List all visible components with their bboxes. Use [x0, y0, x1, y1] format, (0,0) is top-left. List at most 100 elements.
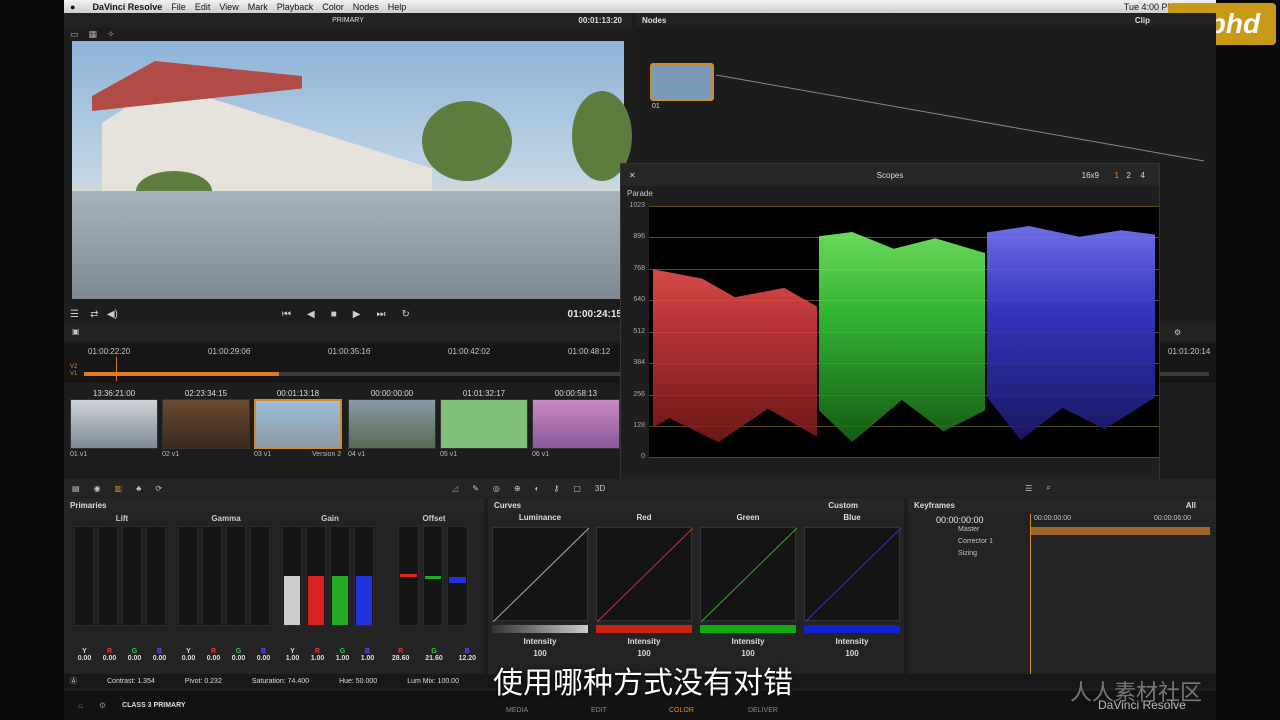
color-wheels-icon[interactable]: ▤	[72, 484, 80, 493]
loop-icon[interactable]: ↻	[401, 309, 409, 320]
zoom-icon[interactable]: ⌕	[1046, 483, 1050, 493]
apple-icon[interactable]: ●	[70, 2, 75, 12]
skip-start-icon[interactable]: ⏮	[282, 309, 291, 320]
keyframes-filter[interactable]: All	[1186, 501, 1196, 510]
blue-curve[interactable]: Blue Intensity 100	[802, 513, 902, 663]
stop-icon[interactable]: ■	[331, 309, 337, 320]
keyframes-panel: Keyframes All 00:00:00:00 00:00:00:00 00…	[908, 498, 1216, 678]
green-waveform	[819, 232, 985, 442]
kf-track[interactable]: Master	[958, 526, 979, 533]
curves-header: Curves Custom	[488, 498, 904, 512]
grid-icon[interactable]: ▦	[89, 29, 98, 39]
3d-icon[interactable]: 3D	[595, 484, 605, 493]
clip-thumbnail[interactable]	[70, 399, 158, 449]
aspect-select[interactable]: 16x9	[1082, 171, 1099, 180]
keyframe-tool-icon[interactable]: ☰	[1025, 484, 1032, 493]
tracker-icon[interactable]: ⊕	[514, 484, 521, 493]
scope-tick: 512	[633, 328, 645, 335]
qualifier-icon[interactable]: ✎	[472, 484, 479, 493]
layout-icon[interactable]: ▭	[70, 29, 79, 39]
gamma-wheel[interactable]: Gamma Y 0.00 R 0.00 G 0.00 B 0.00	[176, 508, 276, 673]
skip-end-icon[interactable]: ⏭	[376, 309, 385, 320]
video-viewer[interactable]	[72, 41, 632, 299]
menu-nodes[interactable]: Nodes	[353, 2, 379, 12]
lummix-field[interactable]: Lum Mix: 100.00	[407, 678, 459, 685]
playhead[interactable]	[116, 357, 117, 381]
play-icon[interactable]: ▶	[353, 309, 361, 320]
menu-playback[interactable]: Playback	[277, 2, 314, 12]
info-icon[interactable]: Ⓐ	[70, 676, 77, 686]
hue-field[interactable]: Hue: 50.000	[339, 678, 377, 685]
kf-track[interactable]: Corrector 1	[958, 538, 993, 545]
wheel-title: Gain	[321, 514, 339, 523]
saturation-field[interactable]: Saturation: 74.400	[252, 678, 309, 685]
curves-tool-icon[interactable]: ◿	[452, 484, 458, 493]
contrast-field[interactable]: Contrast: 1.354	[107, 678, 155, 685]
page-edit[interactable]: EDIT	[591, 707, 607, 714]
volume-icon[interactable]: ◀)	[107, 309, 118, 320]
menu-mark[interactable]: Mark	[248, 2, 268, 12]
shuffle-icon[interactable]: ⇄	[90, 309, 98, 320]
luminance-curve[interactable]: Luminance Intensity 100	[490, 513, 590, 663]
pivot-field[interactable]: Pivot: 0.232	[185, 678, 222, 685]
kf-track[interactable]: Sizing	[958, 550, 977, 557]
green-curve[interactable]: Green Intensity 100	[698, 513, 798, 663]
settings-icon[interactable]: ⚙	[1174, 328, 1181, 337]
page-color[interactable]: COLOR	[669, 707, 694, 714]
timeline-icon[interactable]: ▣	[72, 327, 80, 336]
blur-icon[interactable]: ◐	[535, 484, 540, 493]
menu-edit[interactable]: Edit	[195, 2, 211, 12]
key-icon[interactable]: ⚷	[553, 484, 559, 493]
settings-gear-icon[interactable]: ⚙	[99, 701, 106, 710]
clip-timecode: 01:01:32:17	[462, 389, 506, 398]
kf-master-bar	[1030, 527, 1210, 535]
close-icon[interactable]: ✕	[629, 171, 636, 180]
red-curve[interactable]: Red Intensity 100	[594, 513, 694, 663]
scopes-title: Scopes	[876, 170, 904, 180]
reverse-icon[interactable]: ◀	[307, 309, 315, 320]
clip-thumbnail[interactable]	[348, 399, 436, 449]
raw-icon[interactable]: ⟳	[155, 484, 162, 493]
levels-icon[interactable]: ▥	[115, 484, 123, 493]
page-1[interactable]: 1	[1115, 171, 1119, 180]
corrector-node[interactable]	[650, 63, 714, 101]
page-media[interactable]: MEDIA	[506, 707, 528, 714]
viewer-mode[interactable]: PRIMARY	[332, 17, 364, 24]
channel-label: R	[106, 648, 113, 655]
clip-thumbnail[interactable]	[532, 399, 620, 449]
clip-thumbnail-selected[interactable]	[254, 399, 342, 449]
page-2[interactable]: 2	[1127, 171, 1131, 180]
clip-thumbnail[interactable]	[162, 399, 250, 449]
sizing-icon[interactable]: ▢	[573, 484, 581, 493]
lift-wheel[interactable]: Lift Y 0.00 R 0.00 G 0.00 B 0.00	[72, 508, 172, 673]
clip-bar[interactable]	[84, 372, 279, 376]
channel-value: 1.00	[285, 655, 300, 662]
curves-mode-select[interactable]: Custom	[828, 501, 858, 510]
channel-label: B	[464, 648, 470, 655]
clip-label: 04 v1	[348, 451, 366, 458]
gain-wheel[interactable]: Gain Y 1.00 R 1.00 G 1.00 B 1.00	[280, 508, 380, 673]
curves-panel: Curves Custom Luminance Intensity 100 Re…	[488, 498, 904, 678]
viewer-header: PRIMARY 00:01:13:20	[64, 13, 632, 27]
app-menu[interactable]: DaVinci Resolve	[92, 2, 162, 12]
motion-icon[interactable]: ♣	[136, 484, 141, 493]
scope-tick: 128	[633, 422, 645, 429]
menu-icon[interactable]: ☰	[70, 309, 79, 320]
clip-thumbnail[interactable]	[440, 399, 528, 449]
window-icon[interactable]: ◎	[493, 484, 500, 493]
scope-mode-select[interactable]: Parade	[627, 189, 653, 198]
page-deliver[interactable]: DELIVER	[748, 707, 778, 714]
clip-timecode: 02:23:34:15	[184, 389, 228, 398]
menu-view[interactable]: View	[219, 2, 238, 12]
wand-icon[interactable]: ✧	[107, 29, 115, 39]
home-icon[interactable]: ⌂	[78, 701, 83, 710]
kf-playhead[interactable]	[1030, 514, 1031, 674]
menu-color[interactable]: Color	[322, 2, 344, 12]
page-4[interactable]: 4	[1141, 171, 1145, 180]
offset-wheel[interactable]: Offset R 28.60 G 21.60 B 12.20	[384, 508, 484, 673]
clip-label: 05 v1	[440, 451, 458, 458]
bars-icon[interactable]: ◉	[94, 484, 101, 493]
track-label: V1	[70, 371, 78, 377]
menu-help[interactable]: Help	[388, 2, 407, 12]
menu-file[interactable]: File	[171, 2, 186, 12]
